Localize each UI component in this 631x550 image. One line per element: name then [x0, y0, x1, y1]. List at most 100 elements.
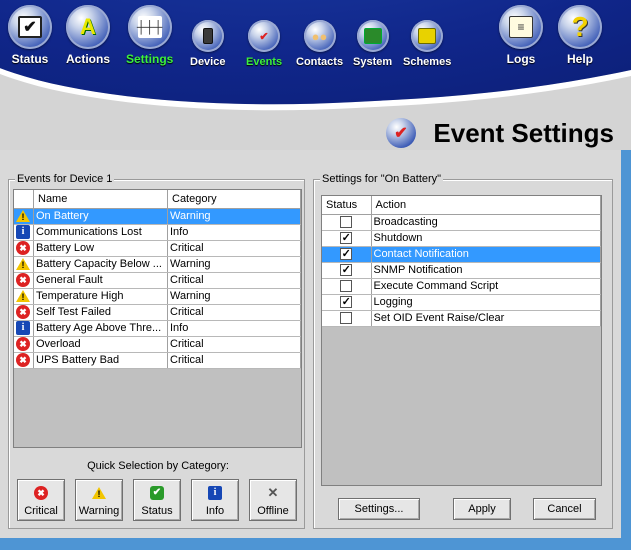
- event-name: Battery Capacity Below ...: [33, 256, 168, 273]
- actions-table[interactable]: Status Action Broadcasting ✓ Shutdown ✓ Cont…: [321, 195, 602, 486]
- event-name: Self Test Failed: [33, 304, 168, 321]
- actions-status-column-header[interactable]: Status: [322, 196, 372, 215]
- actions-a-icon: A: [80, 14, 96, 39]
- event-name: On Battery: [33, 208, 168, 225]
- warning-icon: !: [16, 209, 30, 223]
- critical-icon: ✖: [16, 241, 30, 255]
- event-category: Warning: [167, 208, 301, 225]
- header-banner: ✔ Status A Actions ┼┼┼ Settings Device ✔…: [0, 0, 631, 150]
- action-status-cell: [322, 278, 372, 295]
- apply-button[interactable]: Apply: [453, 498, 511, 520]
- event-row[interactable]: ! On Battery Warning: [14, 208, 301, 225]
- quick-select-offline-button[interactable]: ✕ Offline: [249, 479, 297, 521]
- cancel-button[interactable]: Cancel: [533, 498, 596, 520]
- settings-group-title: Settings for "On Battery": [320, 173, 444, 185]
- action-label: Contact Notification: [371, 246, 601, 263]
- action-checkbox[interactable]: ✓: [340, 296, 353, 309]
- nav-actions-button[interactable]: A Actions: [66, 5, 110, 66]
- critical-icon: ✖: [16, 273, 30, 287]
- action-checkbox[interactable]: ✓: [340, 264, 353, 277]
- events-table[interactable]: Name Category ! On Battery Warning i Communi…: [13, 189, 302, 448]
- quick-select-status-button[interactable]: ✔ Status: [133, 479, 181, 521]
- status-check-icon: ✔: [150, 486, 164, 500]
- event-row[interactable]: ✖ Battery Low Critical: [14, 240, 301, 257]
- event-row[interactable]: i Battery Age Above Thre... Info: [14, 320, 301, 337]
- event-row[interactable]: ✖ UPS Battery Bad Critical: [14, 352, 301, 369]
- offline-tools-icon: ✕: [267, 485, 279, 500]
- action-row[interactable]: ✓ SNMP Notification: [322, 262, 601, 279]
- quick-select-critical-button[interactable]: ✖ Critical: [17, 479, 65, 521]
- action-checkbox[interactable]: [340, 216, 353, 229]
- events-name-column-header[interactable]: Name: [33, 190, 168, 209]
- nav-system-button[interactable]: System: [353, 14, 392, 68]
- event-row[interactable]: i Communications Lost Info: [14, 224, 301, 241]
- action-checkbox[interactable]: ✓: [340, 232, 353, 245]
- nav-events-button[interactable]: ✔ Events: [246, 14, 282, 68]
- settings-button[interactable]: Settings...: [338, 498, 420, 520]
- nav-status-button[interactable]: ✔ Status: [8, 5, 52, 66]
- nav-settings-button[interactable]: ┼┼┼ Settings: [126, 5, 173, 66]
- action-row[interactable]: Broadcasting: [322, 214, 601, 231]
- action-row[interactable]: Execute Command Script: [322, 278, 601, 295]
- action-checkbox[interactable]: [340, 280, 353, 293]
- quick-select-info-button[interactable]: i Info: [191, 479, 239, 521]
- nav-system-label: System: [353, 56, 393, 68]
- window-frame-right: [621, 150, 631, 550]
- status-check-icon: ✔: [18, 16, 42, 38]
- nav-help-button[interactable]: ? Help: [558, 5, 602, 66]
- event-row[interactable]: ! Battery Capacity Below ... Warning: [14, 256, 301, 273]
- event-icon-cell: ✖: [14, 304, 34, 321]
- action-row[interactable]: ✓ Logging: [322, 294, 601, 311]
- event-row[interactable]: ✖ Overload Critical: [14, 336, 301, 353]
- nav-schemes-button[interactable]: Schemes: [403, 14, 451, 68]
- action-label: Set OID Event Raise/Clear: [371, 310, 601, 327]
- action-checkbox[interactable]: ✓: [340, 248, 353, 261]
- critical-icon: ✖: [16, 305, 30, 319]
- help-question-icon: ?: [571, 11, 589, 42]
- quick-select-label: Offline: [257, 505, 289, 517]
- nav-actions-label: Actions: [66, 52, 111, 66]
- event-name: Battery Low: [33, 240, 168, 257]
- quick-select-label: Critical: [24, 505, 58, 517]
- events-category-column-header[interactable]: Category: [167, 190, 301, 209]
- event-category: Info: [167, 224, 301, 241]
- events-icon-column-header[interactable]: [14, 190, 34, 209]
- critical-icon: ✖: [16, 353, 30, 367]
- event-row[interactable]: ✖ Self Test Failed Critical: [14, 304, 301, 321]
- event-icon-cell: i: [14, 224, 34, 241]
- event-category: Info: [167, 320, 301, 337]
- action-label: Shutdown: [371, 230, 601, 247]
- action-label: Logging: [371, 294, 601, 311]
- event-icon-cell: !: [14, 256, 34, 273]
- event-category: Critical: [167, 352, 301, 369]
- device-battery-icon: [202, 28, 213, 44]
- nav-logs-button[interactable]: ≡ Logs: [499, 5, 543, 66]
- action-row[interactable]: Set OID Event Raise/Clear: [322, 310, 601, 327]
- action-status-cell: ✓: [322, 230, 372, 247]
- event-row[interactable]: ! Temperature High Warning: [14, 288, 301, 305]
- action-status-cell: ✓: [322, 246, 372, 263]
- event-category: Critical: [167, 336, 301, 353]
- action-row[interactable]: ✓ Shutdown: [322, 230, 601, 247]
- events-group-title: Events for Device 1: [15, 173, 115, 185]
- quick-select-warning-button[interactable]: ! Warning: [75, 479, 123, 521]
- nav-device-button[interactable]: Device: [190, 14, 225, 68]
- event-name: Overload: [33, 336, 168, 353]
- settings-sliders-icon: ┼┼┼: [137, 16, 162, 38]
- action-row[interactable]: ✓ Contact Notification: [322, 246, 601, 263]
- event-icon-cell: ✖: [14, 240, 34, 257]
- nav-contacts-button[interactable]: ●● Contacts: [296, 14, 343, 68]
- nav-help-label: Help: [566, 52, 593, 66]
- event-icon-cell: ✖: [14, 352, 34, 369]
- event-category: Warning: [167, 288, 301, 305]
- actions-action-column-header[interactable]: Action: [371, 196, 601, 215]
- window-frame-bottom: [0, 538, 631, 550]
- event-name: Temperature High: [33, 288, 168, 305]
- action-checkbox[interactable]: [340, 312, 353, 325]
- info-icon: i: [16, 321, 30, 335]
- event-icon-cell: !: [14, 208, 34, 225]
- page-title: Event Settings: [433, 118, 614, 148]
- event-row[interactable]: ✖ General Fault Critical: [14, 272, 301, 289]
- nav-events-label: Events: [246, 56, 283, 68]
- action-status-cell: ✓: [322, 294, 372, 311]
